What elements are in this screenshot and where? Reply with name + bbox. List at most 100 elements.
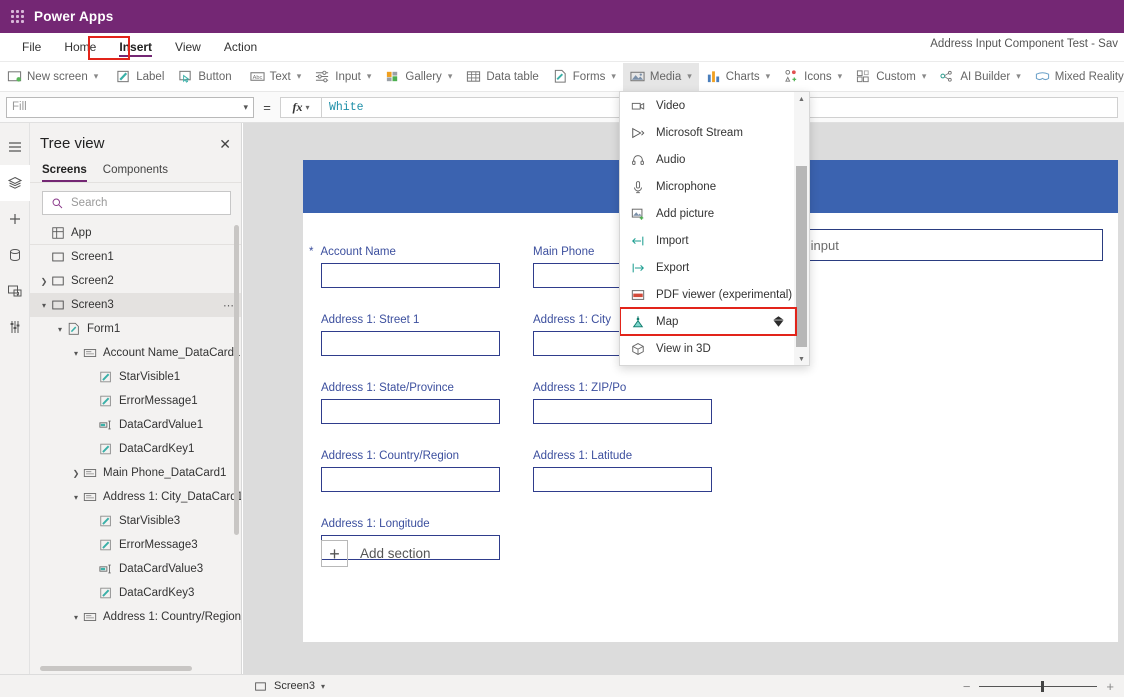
datacard-icon <box>82 610 97 625</box>
media-menu-item[interactable]: Export <box>620 254 796 281</box>
tree-node-list[interactable]: App Screen1 ❯ Screen2 ▾ Screen3 ⋯ ▾ Form1 ▾ Accoun… <box>30 221 241 633</box>
tree-vertical-scrollbar[interactable] <box>234 225 239 535</box>
hamburger-menu-icon[interactable] <box>0 129 30 165</box>
ribbon-button-btn[interactable]: Button <box>171 63 238 91</box>
tree-node[interactable]: DataCardKey1 <box>30 437 241 461</box>
tree-node[interactable]: ▾ Form1 <box>30 317 241 341</box>
tree-node[interactable]: StarVisible1 <box>30 365 241 389</box>
tree-node[interactable]: ▾ Account Name_DataCard1 <box>30 341 241 365</box>
tree-node[interactable]: ❯ Screen2 <box>30 269 241 293</box>
tree-node[interactable]: Screen1 <box>30 245 241 269</box>
zoom-in-button[interactable]: + <box>1106 680 1114 693</box>
tab-screens[interactable]: Screens <box>42 160 87 182</box>
tree-node[interactable]: ❯ Main Phone_DataCard1 <box>30 461 241 485</box>
ribbon-ai-builder[interactable]: AI Builder ▾ <box>933 63 1027 91</box>
address-input-control[interactable]: ss input <box>783 229 1103 261</box>
scrollbar-thumb[interactable] <box>796 166 807 347</box>
chevron-down-icon[interactable]: ▾ <box>70 613 82 622</box>
ribbon-icons[interactable]: Icons ▾ <box>777 63 849 91</box>
menu-action[interactable]: Action <box>215 36 266 58</box>
zoom-control: − + <box>963 680 1114 693</box>
add-section-button[interactable]: + Add section <box>321 540 431 567</box>
forms-icon <box>553 69 568 84</box>
tree-node[interactable]: ▾ Screen3 ⋯ <box>30 293 241 317</box>
chevron-down-icon[interactable]: ▾ <box>70 349 82 358</box>
ribbon-new-screen[interactable]: New screen ▾ <box>0 63 105 91</box>
media-rail-icon[interactable] <box>0 273 30 309</box>
tree-node[interactable]: StarVisible4 <box>30 629 241 633</box>
zoom-out-button[interactable]: − <box>963 680 971 693</box>
ribbon-mixed-reality[interactable]: Mixed Reality ▾ <box>1028 63 1124 91</box>
form-field-input[interactable] <box>321 263 500 288</box>
form-field-input[interactable] <box>321 467 500 492</box>
tree-node-label: Screen3 <box>71 299 114 311</box>
status-screen-selector[interactable]: Screen3 ▾ <box>253 679 325 694</box>
media-menu-item[interactable]: PDF viewer (experimental) <box>620 281 796 308</box>
media-menu-item[interactable]: View in 3D <box>620 335 796 362</box>
media-menu-item[interactable]: Import <box>620 227 796 254</box>
chevron-down-icon: ▾ <box>320 681 325 691</box>
property-selector[interactable]: Fill ▾ <box>6 96 254 118</box>
property-name: Fill <box>12 101 27 113</box>
tree-node[interactable]: App <box>30 221 241 245</box>
ribbon-gallery[interactable]: Gallery ▾ <box>378 63 459 91</box>
tree-node[interactable]: ▾ Address 1: City_DataCard1 <box>30 485 241 509</box>
tree-node[interactable]: ErrorMessage1 <box>30 389 241 413</box>
form-field-input[interactable] <box>533 399 712 424</box>
ribbon-custom[interactable]: Custom ▾ <box>849 63 933 91</box>
tree-horizontal-scrollbar[interactable] <box>40 666 192 671</box>
tree-node[interactable]: StarVisible3 <box>30 509 241 533</box>
chevron-right-icon[interactable]: ❯ <box>70 469 82 478</box>
menu-insert[interactable]: Insert <box>110 36 161 58</box>
form-field-input[interactable] <box>321 331 500 356</box>
scroll-up-arrow-icon[interactable]: ▲ <box>794 92 809 107</box>
settings-icon[interactable] <box>0 309 30 345</box>
ribbon-text[interactable]: Abc Text ▾ <box>243 63 309 91</box>
chevron-down-icon[interactable]: ▾ <box>70 493 82 502</box>
zoom-slider[interactable] <box>979 680 1098 692</box>
ribbon-forms[interactable]: Forms ▾ <box>546 63 623 91</box>
menu-home[interactable]: Home <box>55 36 105 58</box>
ribbon-media[interactable]: Media ▾ <box>622 62 699 91</box>
tree-view-icon[interactable] <box>0 165 30 201</box>
dropdown-scrollbar[interactable]: ▲ ▼ <box>794 92 809 365</box>
media-menu-item[interactable]: Video <box>620 92 796 119</box>
media-menu-item-label: Video <box>656 99 686 112</box>
zoom-slider-thumb[interactable] <box>1041 680 1045 692</box>
tree-node[interactable]: DataCardValue3 <box>30 557 241 581</box>
chevron-down-icon[interactable]: ▾ <box>54 325 66 334</box>
form-field-input[interactable] <box>533 467 712 492</box>
media-menu-item[interactable]: Map <box>620 307 797 336</box>
app-launcher-icon[interactable] <box>0 10 34 23</box>
menu-file[interactable]: File <box>13 36 50 58</box>
search-input[interactable]: Search <box>42 191 231 215</box>
form-field-input[interactable] <box>321 399 500 424</box>
form-field-label-row: Address 1: Latitude <box>533 450 712 462</box>
ribbon-data-table[interactable]: Data table <box>459 63 545 91</box>
media-menu-item[interactable]: Microsoft Stream <box>620 119 796 146</box>
datacard-icon <box>82 346 97 361</box>
insert-icon[interactable] <box>0 201 30 237</box>
fx-button[interactable]: fx ▾ <box>280 96 322 118</box>
menu-view[interactable]: View <box>166 36 210 58</box>
chevron-right-icon[interactable]: ❯ <box>38 277 50 286</box>
chevron-down-icon[interactable]: ▾ <box>38 301 50 310</box>
media-menu-item[interactable]: Audio <box>620 146 796 173</box>
tree-node[interactable]: DataCardKey3 <box>30 581 241 605</box>
ribbon-charts[interactable]: Charts ▾ <box>699 63 777 91</box>
form-left-column: * Account Name Address 1: Street 1 Address … <box>309 246 500 586</box>
tree-node[interactable]: ErrorMessage3 <box>30 533 241 557</box>
ribbon-input[interactable]: Input ▾ <box>308 63 378 91</box>
tree-node[interactable]: DataCardValue1 <box>30 413 241 437</box>
data-icon[interactable] <box>0 237 30 273</box>
media-menu-item[interactable]: Microphone <box>620 173 796 200</box>
tab-components[interactable]: Components <box>103 160 168 182</box>
ribbon-label-btn[interactable]: Label <box>109 63 171 91</box>
tree-view-panel: Tree view ✕ Screens Components Search Ap… <box>30 123 242 674</box>
tree-node[interactable]: ▾ Address 1: Country/Region_DataCard <box>30 605 241 629</box>
ribbon-label: Media <box>649 70 682 83</box>
scroll-down-arrow-icon[interactable]: ▼ <box>794 352 809 365</box>
new-screen-icon <box>7 69 22 84</box>
media-menu-item[interactable]: Add picture <box>620 200 796 227</box>
close-icon[interactable]: ✕ <box>219 137 231 151</box>
